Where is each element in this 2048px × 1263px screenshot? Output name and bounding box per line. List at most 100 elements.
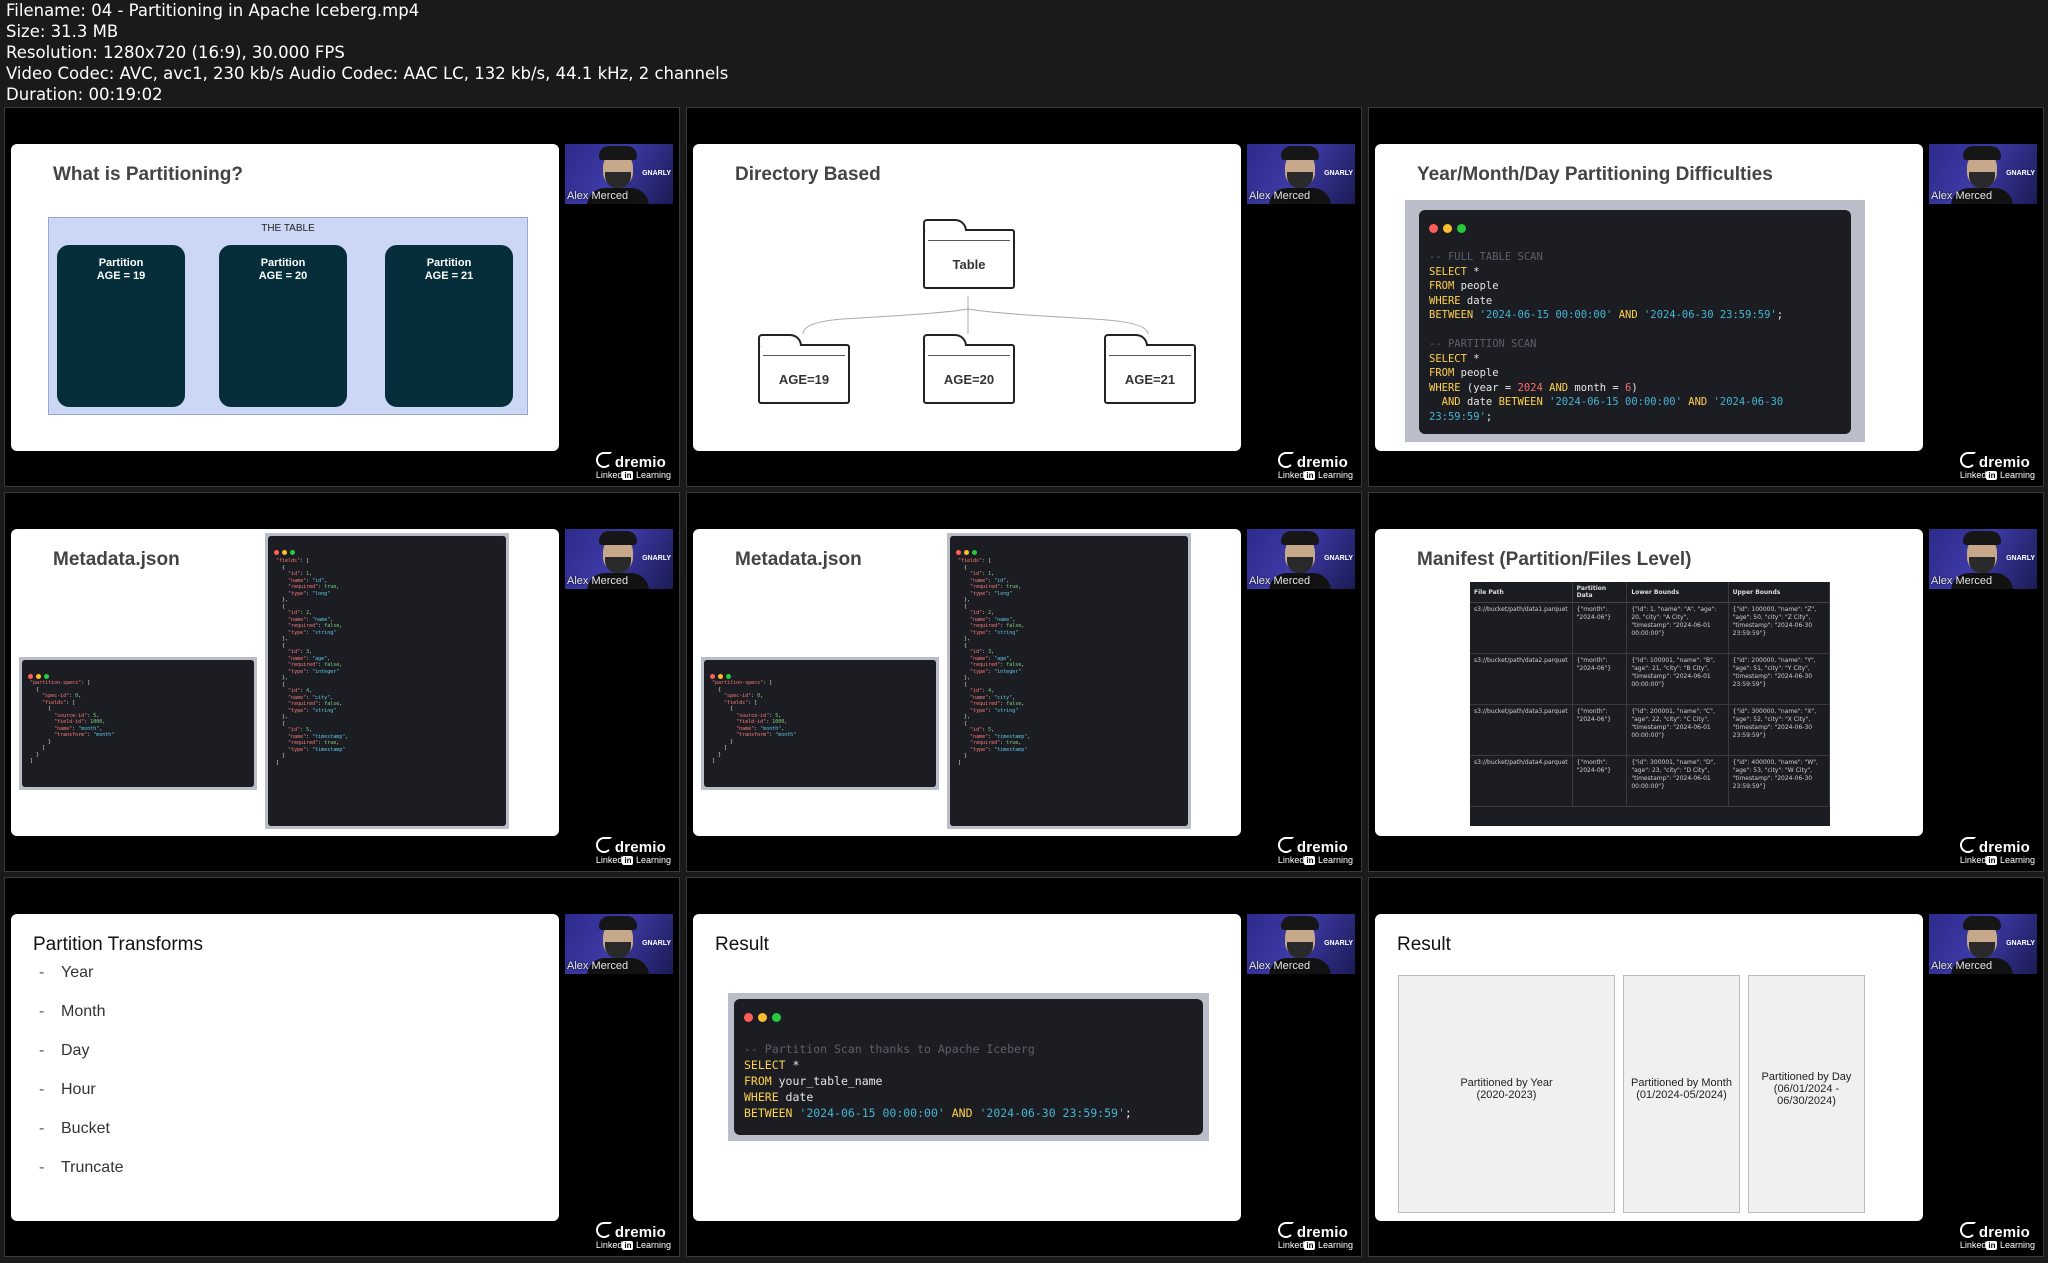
table-cell: s3://bucket/path/data4.parquet — [1470, 755, 1573, 807]
partition-box-label: Partitioned by Day (06/01/2024 - 06/30/2… — [1761, 1071, 1852, 1108]
table-cell: {"month": "2024-06"} — [1572, 602, 1628, 654]
partition-box: Partitioned by Month (01/2024-05/2024) — [1623, 975, 1740, 1213]
thumbnail-1[interactable]: What is Partitioning? THE TABLE Partitio… — [4, 107, 680, 487]
folder-label: AGE=20 — [943, 372, 995, 387]
partition-box: Partitioned by Year (2020-2023) — [1398, 975, 1615, 1213]
folder-icon: AGE=21 — [1104, 334, 1196, 404]
dremio-logo: dremio — [1296, 454, 1349, 471]
list-item: - Day — [39, 1042, 124, 1081]
list-item-label: Month — [61, 1003, 106, 1020]
folder-icon: Table — [923, 219, 1015, 289]
linkedin-text: Linked — [1959, 1240, 1987, 1250]
table-row: s3://bucket/path/data2.parquet {"month": … — [1470, 653, 1831, 705]
partition-word: Partition — [260, 257, 306, 269]
slide-title: Metadata.json — [53, 549, 180, 570]
partition-block: Partition AGE = 20 — [219, 245, 347, 407]
dremio-logo: dremio — [614, 454, 667, 471]
list-item-label: Year — [61, 964, 94, 981]
thumbnail-grid: What is Partitioning? THE TABLE Partitio… — [4, 107, 2044, 1263]
sql-code: -- FULL TABLE SCAN SELECT * FROM people … — [1429, 251, 1784, 423]
manifest-table: File Path Partition Data Lower Bounds Up… — [1470, 582, 1831, 826]
brand-logo: dremio Linked in Learning — [1959, 1222, 2035, 1250]
table-cell: {"id": 100000, "name": "Z", "age": 50, "… — [1728, 602, 1831, 654]
linkedin-text: Linked — [595, 855, 623, 865]
list-item-label: Hour — [61, 1081, 96, 1098]
table-cell: {"id": 200001, "name": "C", "age": 22, "… — [1626, 704, 1729, 756]
slide-title: Result — [1397, 934, 1451, 955]
thumbnail-7[interactable]: Partition Transforms - Year - Month - Day -… — [4, 877, 680, 1257]
slide-title: What is Partitioning? — [53, 164, 243, 185]
list-item: - Hour — [39, 1081, 124, 1120]
presenter-name: Alex Merced — [567, 960, 629, 972]
bullet-dash: - — [39, 1042, 45, 1059]
linkedin-icon: in — [622, 471, 634, 480]
code-screenshot-frame: "fields": [ { "id": 1, "name": "id", "re… — [265, 533, 509, 829]
linkedin-icon: in — [622, 856, 634, 865]
code-comment: -- PARTITION SCAN — [1429, 338, 1537, 350]
linkedin-icon: in — [1304, 1241, 1316, 1250]
dremio-logo: dremio — [614, 1224, 667, 1241]
brand-logo: dremio Linked in Learning — [1277, 837, 1353, 865]
linkedin-text: Linked — [1959, 470, 1987, 480]
learning-text: Learning — [1315, 470, 1353, 480]
linkedin-text: Linked — [1277, 1240, 1305, 1250]
bullet-dash: - — [39, 1003, 45, 1020]
partition-value: AGE = 21 — [424, 270, 474, 282]
badge-text: GNARLY — [2006, 555, 2035, 562]
learning-text: Learning — [1997, 470, 2035, 480]
badge-text: GNARLY — [1324, 940, 1353, 947]
table-cell: s3://bucket/path/data2.parquet — [1470, 653, 1573, 705]
list-item: - Year — [39, 964, 124, 1003]
learning-text: Learning — [1315, 1240, 1353, 1250]
thumbnail-8[interactable]: Result -- Partition Scan thanks to Apach… — [686, 877, 1362, 1257]
slide-title: Year/Month/Day Partitioning Difficulties — [1417, 164, 1773, 185]
partition-block: Partition AGE = 21 — [385, 245, 513, 407]
slide: What is Partitioning? THE TABLE Partitio… — [11, 144, 559, 451]
slide: Metadata.json "partition-specs": [ { "sp… — [11, 529, 559, 836]
slide: Manifest (Partition/Files Level) File Pa… — [1375, 529, 1923, 836]
badge-text: GNARLY — [642, 555, 671, 562]
thumbnail-4[interactable]: Metadata.json "partition-specs": [ { "sp… — [4, 492, 680, 872]
bullet-dash: - — [39, 964, 45, 981]
linkedin-icon: in — [1986, 471, 1998, 480]
thumbnail-3[interactable]: Year/Month/Day Partitioning Difficulties… — [1368, 107, 2044, 487]
sql-code: -- Partition Scan thanks to Apache Icebe… — [744, 1042, 1132, 1120]
tree-connector — [802, 296, 1149, 335]
table-cell: {"id": 300000, "name": "X", "age": 52, "… — [1728, 704, 1831, 756]
resolution-line: Resolution: 1280x720 (16:9), 30.000 FPS — [6, 43, 345, 62]
duration-line: Duration: 00:19:02 — [6, 85, 163, 104]
brand-logo: dremio Linked in Learning — [595, 837, 671, 865]
presenter-name: Alex Merced — [1931, 190, 1993, 202]
thumbnail-6[interactable]: Manifest (Partition/Files Level) File Pa… — [1368, 492, 2044, 872]
thumbnail-2[interactable]: Directory Based Table AGE=19 AGE=20 AGE=… — [686, 107, 1362, 487]
thumbnail-5[interactable]: Metadata.json "partition-specs": [ { "sp… — [686, 492, 1362, 872]
table-cell: {"id": 1, "name": "A", "age": 20, "city"… — [1626, 602, 1729, 654]
partition-word: Partition — [98, 257, 144, 269]
badge-text: GNARLY — [642, 940, 671, 947]
thumbnail-9[interactable]: Result Partitioned by Year (2020-2023) P… — [1368, 877, 2044, 1257]
bullet-dash: - — [39, 1081, 45, 1098]
folder-label: AGE=21 — [1124, 372, 1176, 387]
code-screenshot-frame: "partition-specs": [ { "spec-id": 0, "fi… — [701, 657, 939, 790]
linkedin-icon: in — [1304, 471, 1316, 480]
column-header: Lower Bounds — [1626, 582, 1729, 603]
table-cell: s3://bucket/path/data1.parquet — [1470, 602, 1573, 654]
presenter-name: Alex Merced — [567, 575, 629, 587]
slide: Result -- Partition Scan thanks to Apach… — [693, 914, 1241, 1221]
list-item: - Bucket — [39, 1120, 124, 1159]
presenter-name: Alex Merced — [567, 190, 629, 202]
codec-line: Video Codec: AVC, avc1, 230 kb/s Audio C… — [6, 64, 729, 83]
brand-logo: dremio Linked in Learning — [1277, 1222, 1353, 1250]
table-cell: {"id": 400000, "name": "W", "age": 53, "… — [1728, 755, 1831, 807]
code-comment: -- FULL TABLE SCAN — [1429, 251, 1543, 263]
learning-text: Learning — [633, 470, 671, 480]
bullet-dash: - — [39, 1159, 45, 1176]
linkedin-text: Linked — [1277, 855, 1305, 865]
code-comment: -- Partition Scan thanks to Apache Icebe… — [744, 1042, 1035, 1056]
brand-logo: dremio Linked in Learning — [1959, 837, 2035, 865]
dremio-logo: dremio — [1296, 1224, 1349, 1241]
partition-word: Partition — [426, 257, 472, 269]
slide-title: Partition Transforms — [33, 934, 203, 955]
table-cell: {"month": "2024-06"} — [1572, 704, 1628, 756]
list-item: - Month — [39, 1003, 124, 1042]
